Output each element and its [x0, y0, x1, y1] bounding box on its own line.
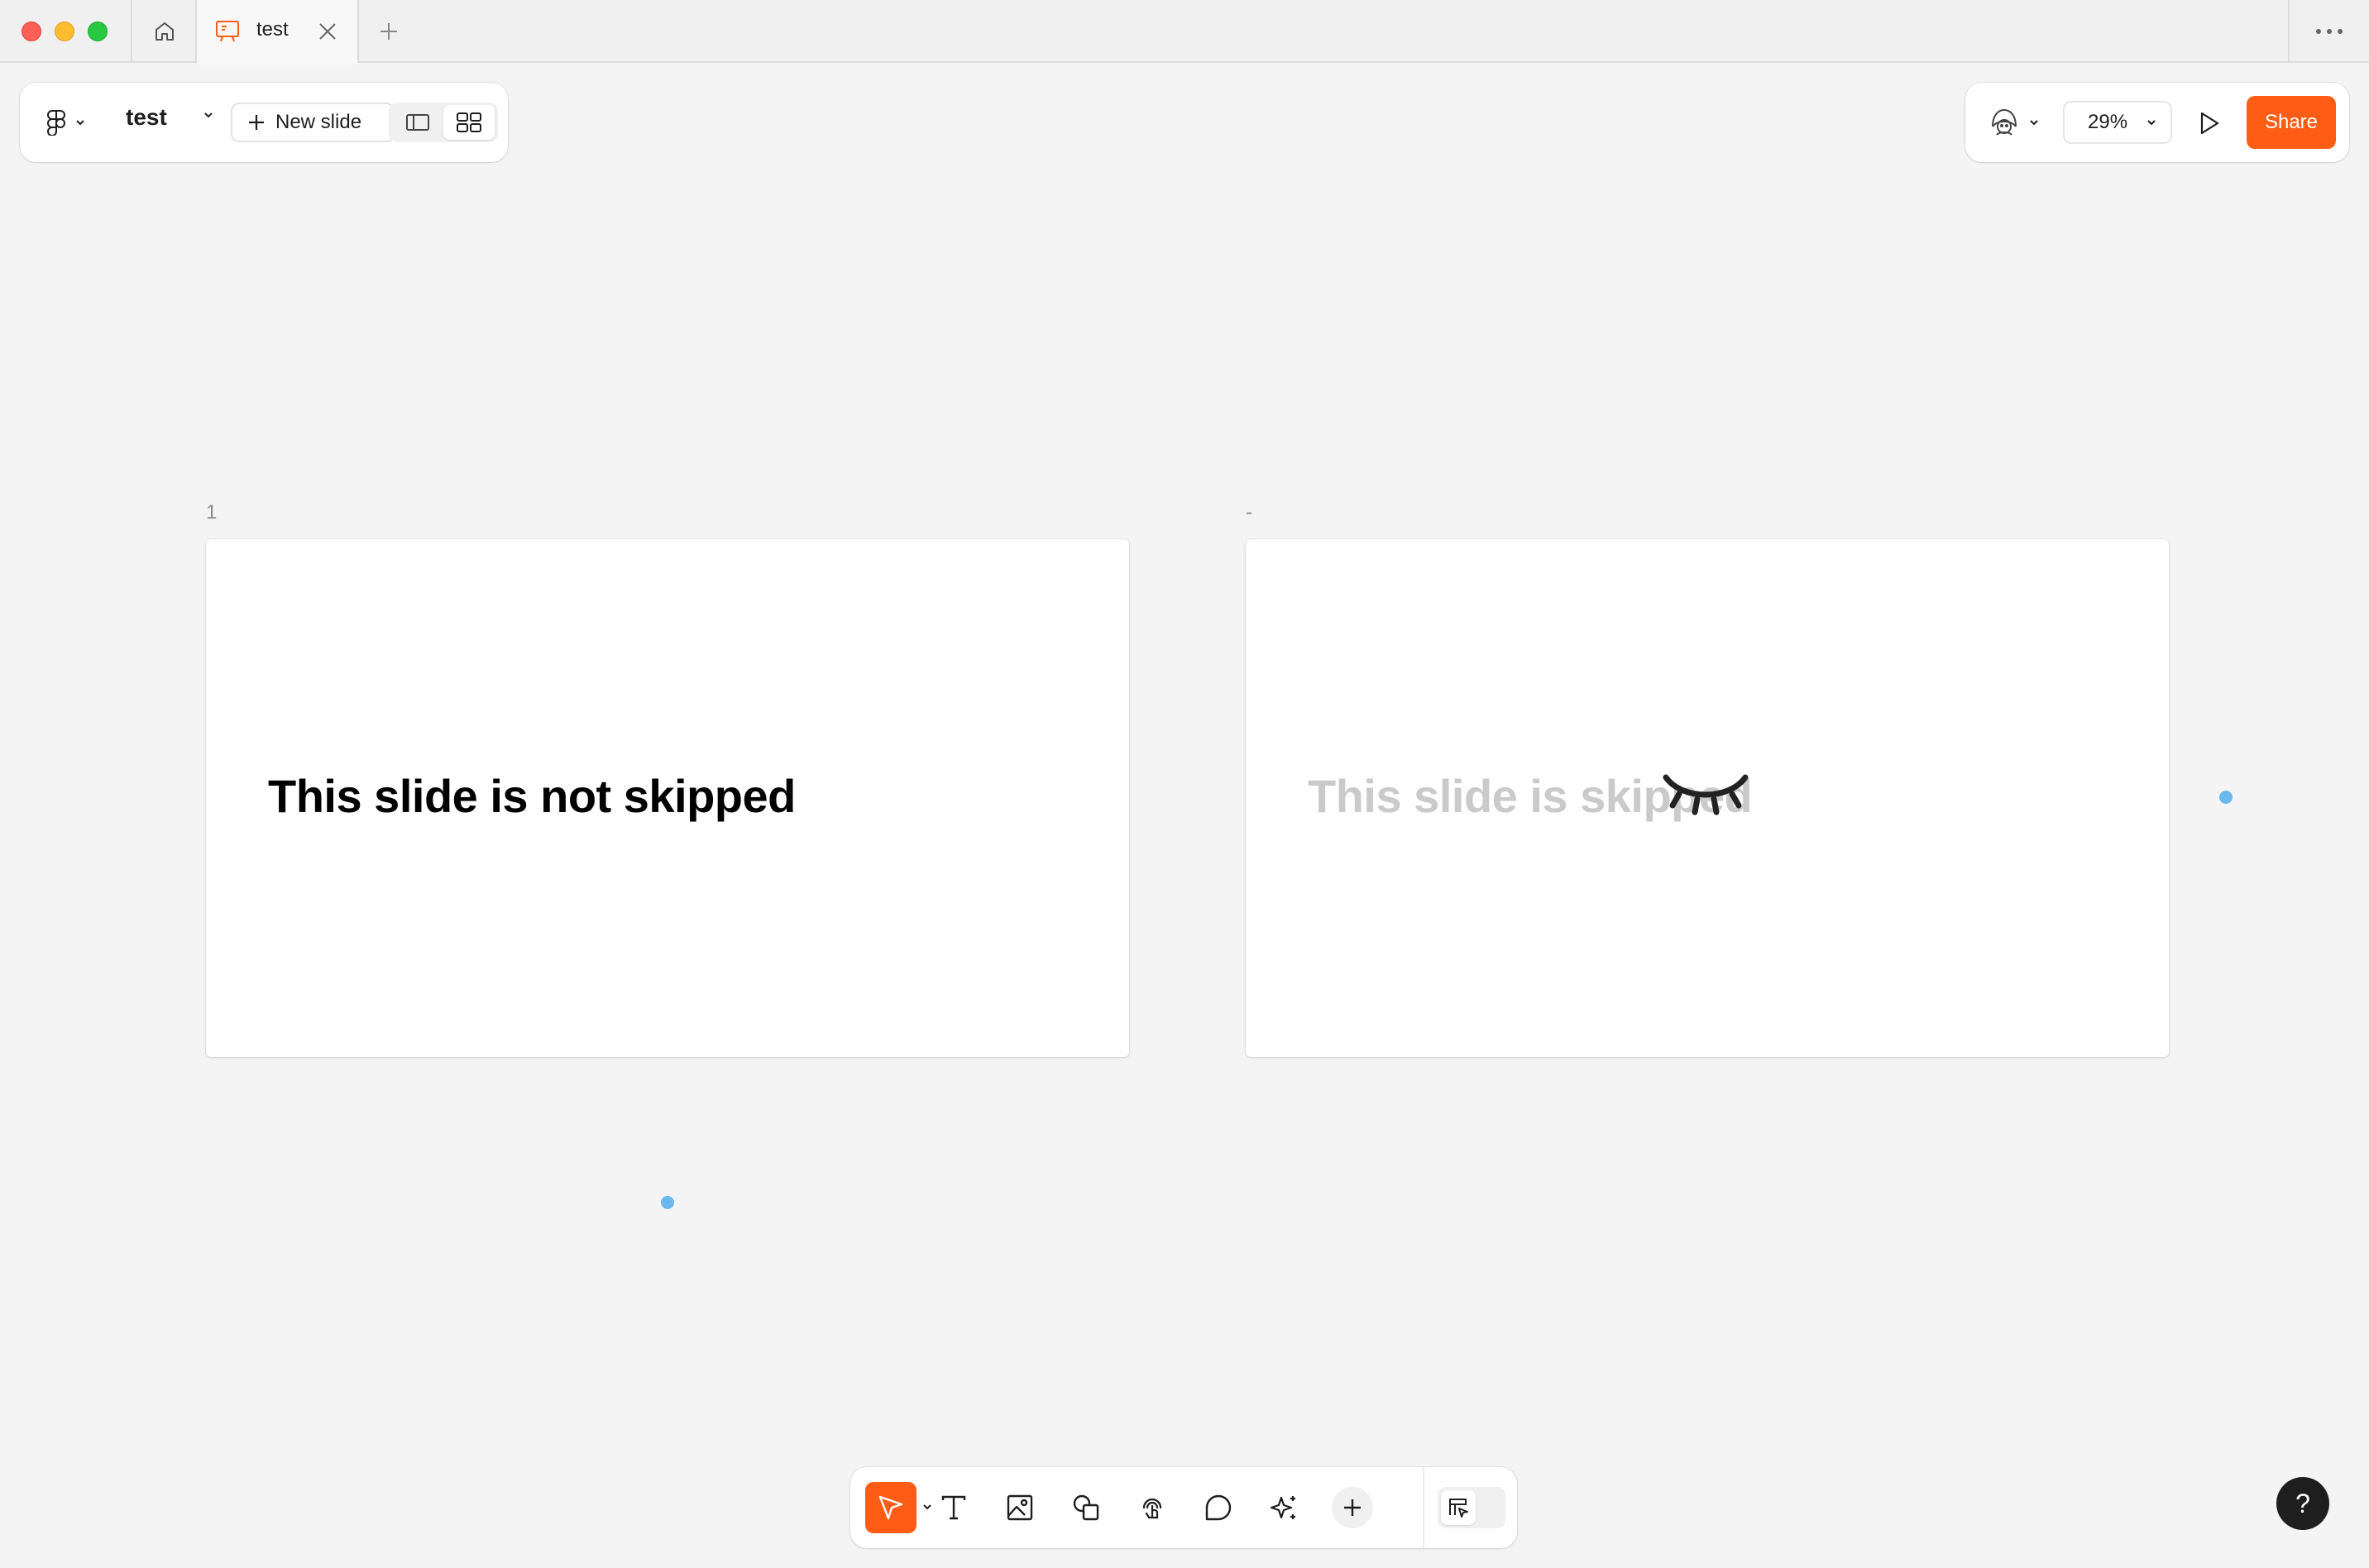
help-button[interactable]: ?	[2276, 1477, 2329, 1530]
interaction-tool-button[interactable]	[1127, 1482, 1178, 1533]
shapes-icon	[1073, 1494, 1099, 1521]
chevron-down-icon	[76, 120, 84, 126]
grid-view-button[interactable]	[443, 105, 495, 140]
plus-icon	[249, 115, 264, 130]
canvas-cursor-dot	[2219, 791, 2233, 804]
touch-icon	[1142, 1498, 1162, 1519]
slide-2-skipped[interactable]: This slide is skipped	[1246, 539, 2169, 1057]
move-tool-button[interactable]	[865, 1482, 916, 1533]
home-icon	[156, 22, 174, 41]
minimize-window-button[interactable]	[55, 22, 74, 41]
new-slide-button[interactable]: New slide	[231, 103, 395, 142]
tool-bar	[850, 1467, 1517, 1548]
tab-title: test	[256, 18, 289, 41]
insert-button[interactable]	[1332, 1487, 1373, 1528]
text-icon	[941, 1495, 966, 1520]
chevron-down-icon	[204, 112, 213, 118]
window-menu-button[interactable]	[2290, 0, 2369, 63]
text-tool-button[interactable]	[928, 1482, 979, 1533]
canvas-cursor-dot	[661, 1196, 674, 1209]
image-tool-button[interactable]	[994, 1482, 1046, 1533]
slides-tab-icon	[215, 20, 240, 47]
single-view-icon	[406, 114, 429, 131]
more-icon	[2316, 29, 2343, 34]
user-menu-button[interactable]	[1989, 99, 2055, 146]
new-slide-label: New slide	[275, 111, 362, 133]
cursor-icon	[878, 1495, 903, 1520]
close-window-button[interactable]	[22, 22, 41, 41]
tab-test[interactable]: test	[197, 0, 357, 65]
slide-heading[interactable]: This slide is not skipped	[268, 769, 796, 823]
ai-tool-button[interactable]	[1259, 1482, 1310, 1533]
view-mode-toggle	[389, 103, 498, 142]
tab-divider	[357, 0, 359, 63]
maximize-window-button[interactable]	[88, 22, 108, 41]
single-slide-view-button[interactable]	[392, 105, 443, 140]
file-toolbar: test New slide	[20, 83, 508, 162]
sparkle-icon	[1270, 1496, 1295, 1519]
figma-logo-icon	[47, 110, 65, 136]
share-toolbar: 29% Share	[1965, 83, 2349, 162]
skipped-eye-closed-icon[interactable]	[1659, 767, 1752, 820]
chevron-down-icon	[2030, 120, 2038, 126]
file-menu-chevron[interactable]	[202, 109, 215, 124]
play-icon	[2200, 112, 2219, 135]
plus-icon	[1344, 1499, 1361, 1516]
shape-tool-button[interactable]	[1060, 1482, 1112, 1533]
comment-tool-button[interactable]	[1193, 1482, 1244, 1533]
chevron-down-icon	[2147, 120, 2156, 126]
plus-icon	[380, 23, 397, 40]
design-mode-icon	[1449, 1499, 1468, 1518]
slide-number: -	[1246, 501, 1252, 523]
design-mode-button[interactable]	[1441, 1490, 1476, 1525]
main-menu-button[interactable]	[38, 99, 98, 146]
grid-view-icon	[457, 112, 481, 132]
slide-1[interactable]: This slide is not skipped	[206, 539, 1129, 1057]
share-button[interactable]: Share	[2247, 96, 2336, 149]
zoom-value: 29%	[2088, 111, 2128, 133]
zoom-dropdown[interactable]: 29%	[2063, 101, 2172, 144]
comment-icon	[1205, 1494, 1232, 1521]
design-mode-toggle[interactable]	[1438, 1487, 1505, 1528]
image-icon	[1007, 1494, 1033, 1521]
avatar	[1992, 108, 2017, 136]
toolbar-divider	[1423, 1467, 1424, 1548]
new-tab-button[interactable]	[371, 15, 407, 48]
slide-number: 1	[206, 501, 218, 523]
home-tab-button[interactable]	[132, 0, 197, 63]
present-button[interactable]	[2189, 103, 2230, 144]
file-name[interactable]: test	[126, 104, 167, 131]
close-icon	[319, 23, 336, 40]
window-titlebar: test	[0, 0, 2369, 65]
close-tab-button[interactable]	[313, 17, 342, 46]
